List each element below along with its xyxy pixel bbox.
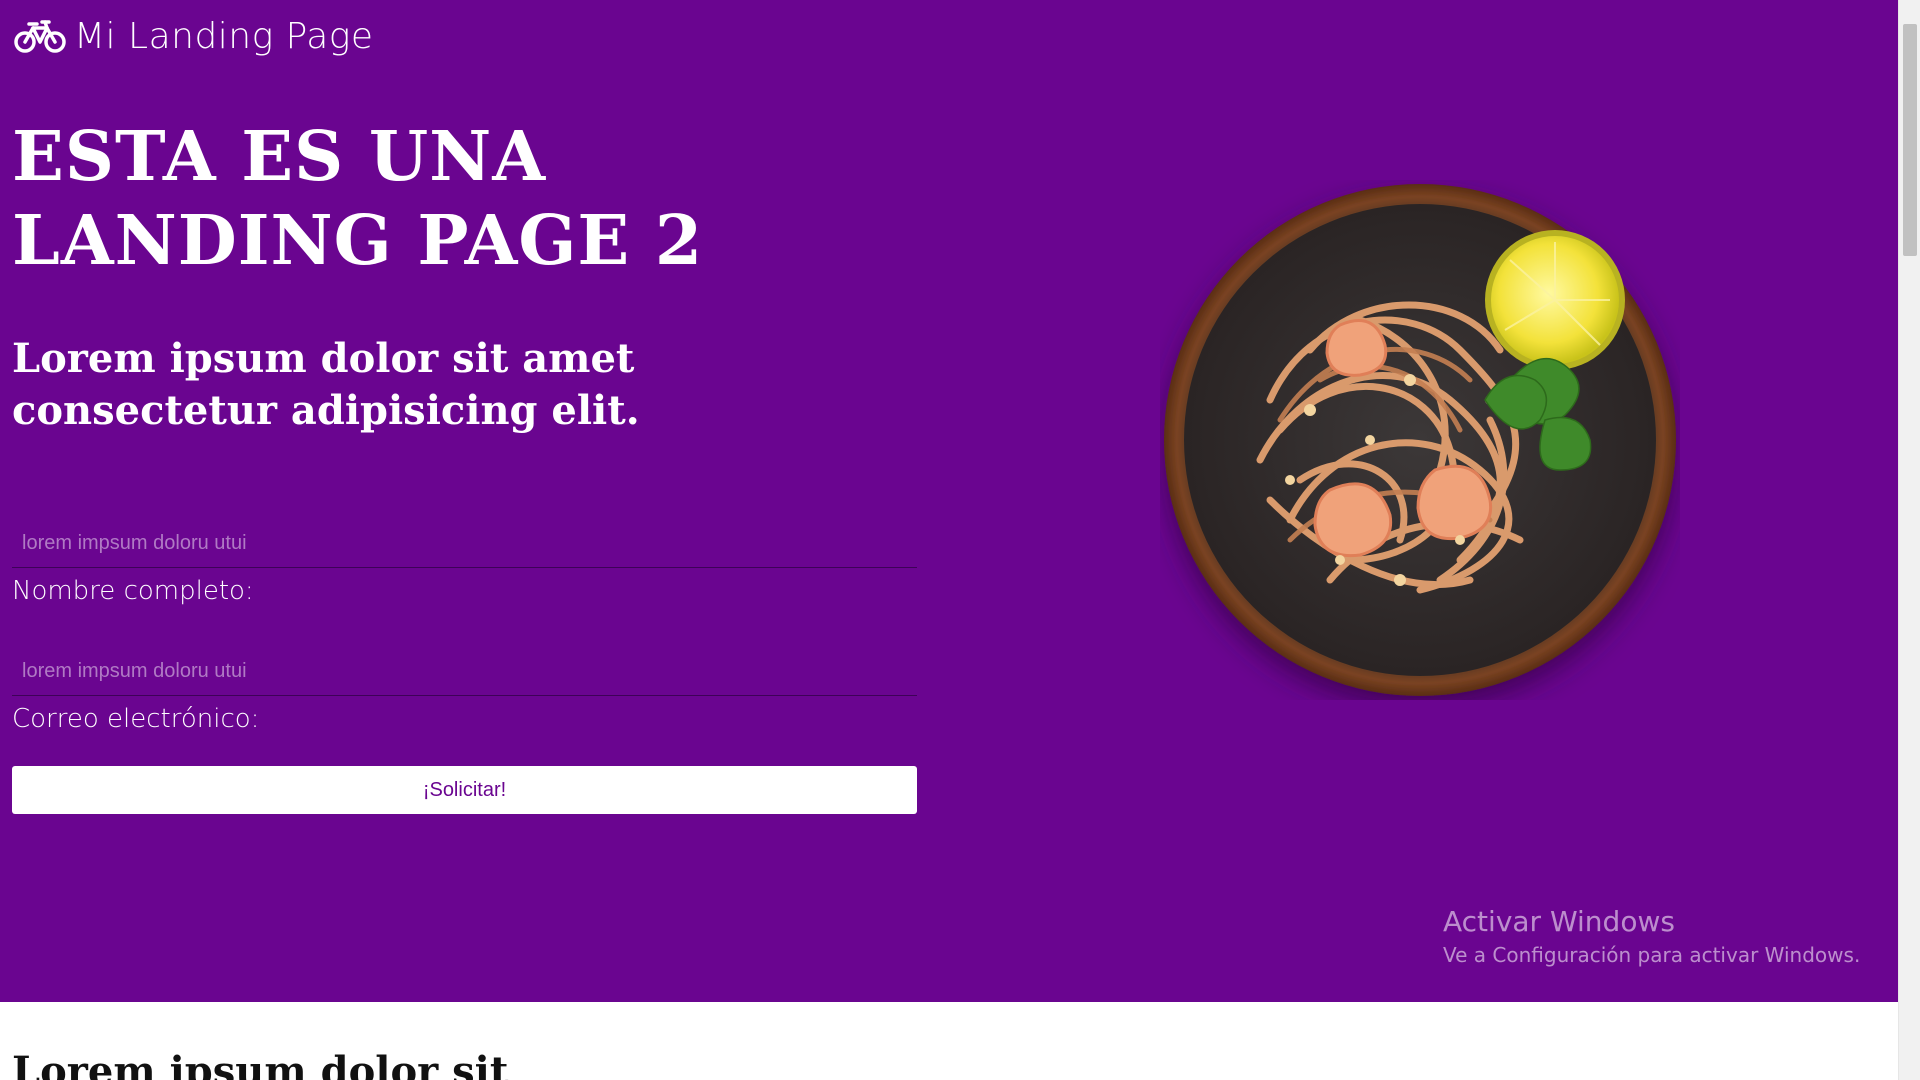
hero-headline: ESTA ES UNA LANDING PAGE 2 [12, 117, 704, 281]
email-field-group: Correo electrónico: [12, 648, 917, 736]
watermark-subtitle: Ve a Configuración para activar Windows. [1443, 943, 1861, 967]
bicycle-icon [14, 19, 66, 53]
name-field-group: Nombre completo: [12, 520, 917, 608]
request-form: Nombre completo: Correo electrónico: ¡So… [12, 520, 917, 814]
name-label: Nombre completo: [12, 576, 254, 606]
email-label: Correo electrónico: [12, 704, 260, 734]
brand[interactable]: Mi Landing Page [14, 16, 374, 57]
pad-thai-dish-photo [1164, 184, 1676, 696]
hero-section: Mi Landing Page ESTA ES UNA LANDING PAGE… [0, 0, 1898, 1002]
submit-button[interactable]: ¡Solicitar! [12, 766, 917, 814]
hero-subheadline: Lorem ipsum dolor sit amet consectetur a… [12, 335, 640, 434]
email-input[interactable] [12, 648, 917, 696]
scrollbar-thumb[interactable] [1903, 24, 1917, 256]
watermark-title: Activar Windows [1443, 905, 1675, 938]
name-input[interactable] [12, 520, 917, 568]
windows-activation-watermark: Activar Windows Ve a Configuración para … [1443, 904, 1860, 970]
brand-name: Mi Landing Page [74, 16, 374, 57]
content-section: Lorem ipsum dolor sit [0, 1002, 1898, 1080]
landing-page: Mi Landing Page ESTA ES UNA LANDING PAGE… [0, 0, 1898, 1080]
vertical-scrollbar[interactable] [1898, 0, 1920, 1080]
section-heading: Lorem ipsum dolor sit [12, 1048, 509, 1080]
